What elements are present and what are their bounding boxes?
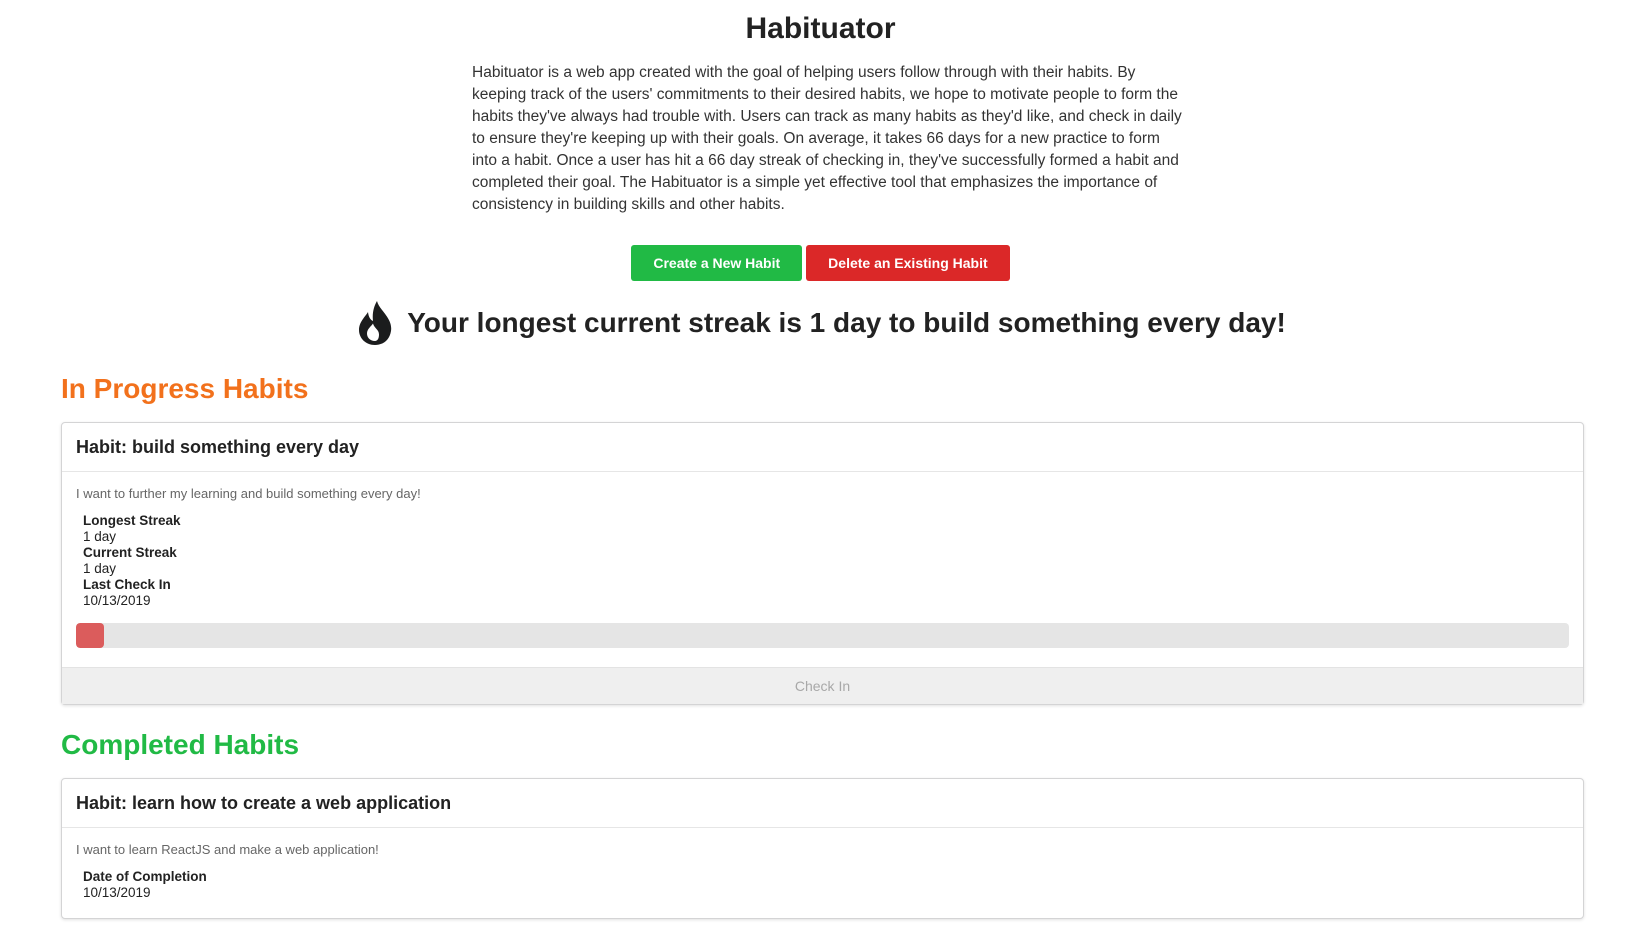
- action-buttons: Create a New Habit Delete an Existing Hab…: [0, 245, 1641, 281]
- habit-card-in-progress: Habit: build something every day I want …: [61, 422, 1584, 705]
- habit-card-completed: Habit: learn how to create a web applica…: [61, 778, 1584, 919]
- last-checkin-label: Last Check In: [83, 577, 171, 592]
- last-checkin-value: 10/13/2019: [83, 593, 151, 608]
- completion-stat: Date of Completion 10/13/2019: [76, 869, 1569, 901]
- last-checkin-stat: Last Check In 10/13/2019: [76, 577, 1569, 609]
- delete-habit-button[interactable]: Delete an Existing Habit: [806, 245, 1010, 281]
- check-in-button[interactable]: Check In: [62, 667, 1583, 704]
- habit-description: I want to further my learning and build …: [76, 486, 421, 501]
- flame-icon: [355, 300, 395, 346]
- current-streak-stat: Current Streak 1 day: [76, 545, 1569, 577]
- current-streak-label: Current Streak: [83, 545, 177, 560]
- create-habit-button[interactable]: Create a New Habit: [631, 245, 803, 281]
- page-title: Habituator: [745, 12, 896, 45]
- current-streak-value: 1 day: [83, 561, 117, 576]
- longest-streak-value: 1 day: [83, 529, 117, 544]
- in-progress-heading: In Progress Habits: [61, 373, 309, 404]
- completion-date-label: Date of Completion: [83, 869, 207, 884]
- longest-streak-stat: Longest Streak 1 day: [76, 513, 1569, 545]
- habit-title: Habit: build something every day: [62, 423, 1583, 472]
- longest-streak-label: Longest Streak: [83, 513, 181, 528]
- app-description: Habituator is a web app created with the…: [472, 64, 1182, 213]
- streak-banner: Your longest current streak is 1 day to …: [0, 300, 1641, 346]
- habit-progress-fill: [76, 623, 104, 648]
- streak-text: Your longest current streak is 1 day to …: [407, 307, 1286, 338]
- completed-heading: Completed Habits: [61, 729, 300, 760]
- habit-progress-bar: [76, 623, 1569, 648]
- completion-date-value: 10/13/2019: [83, 885, 151, 900]
- completed-habit-description: I want to learn ReactJS and make a web a…: [76, 842, 379, 857]
- completed-habit-title: Habit: learn how to create a web applica…: [62, 779, 1583, 828]
